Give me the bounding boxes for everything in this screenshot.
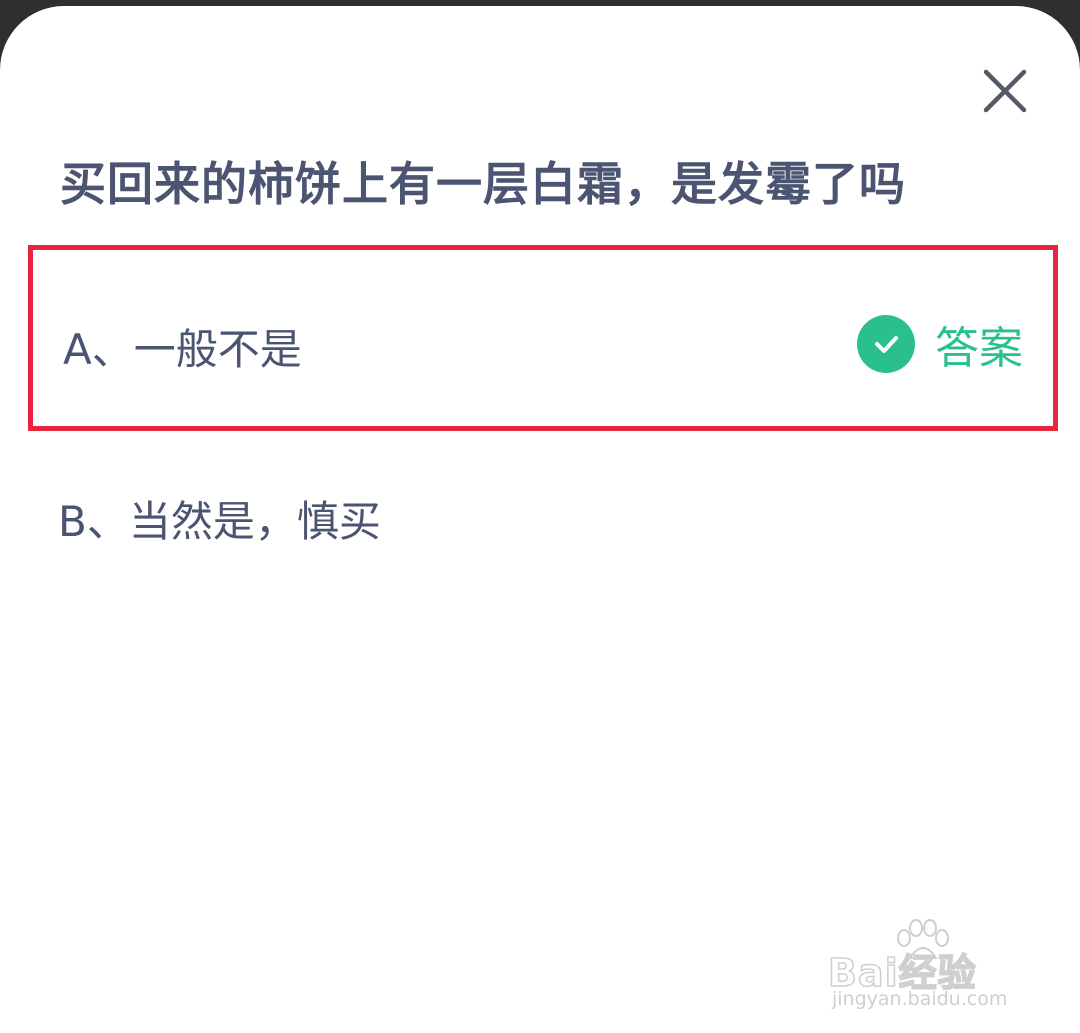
option-a-label: A、一般不是 — [63, 325, 302, 374]
close-button[interactable] — [972, 58, 1038, 124]
option-b[interactable]: B、当然是，慎买 — [28, 436, 1058, 586]
baidu-jingyan-watermark: Bai经验 jingyan.baidu.com — [827, 918, 1028, 1018]
watermark-url: jingyan.baidu.com — [832, 988, 1008, 1010]
option-b-label: B、当然是，慎买 — [58, 497, 381, 546]
option-a[interactable]: A、一般不是 答案 — [28, 245, 1058, 431]
quiz-dialog: 买回来的柿饼上有一层白霜，是发霉了吗 A、一般不是 答案 B、当然是，慎买 — [0, 6, 1080, 1033]
screen: 买回来的柿饼上有一层白霜，是发霉了吗 A、一般不是 答案 B、当然是，慎买 Ba… — [0, 0, 1080, 1033]
answer-label: 答案 — [935, 323, 1023, 374]
close-icon — [983, 69, 1027, 113]
check-circle-icon — [857, 315, 915, 373]
question-title: 买回来的柿饼上有一层白霜，是发霉了吗 — [60, 157, 906, 211]
answer-badge: 答案 — [857, 312, 1023, 376]
